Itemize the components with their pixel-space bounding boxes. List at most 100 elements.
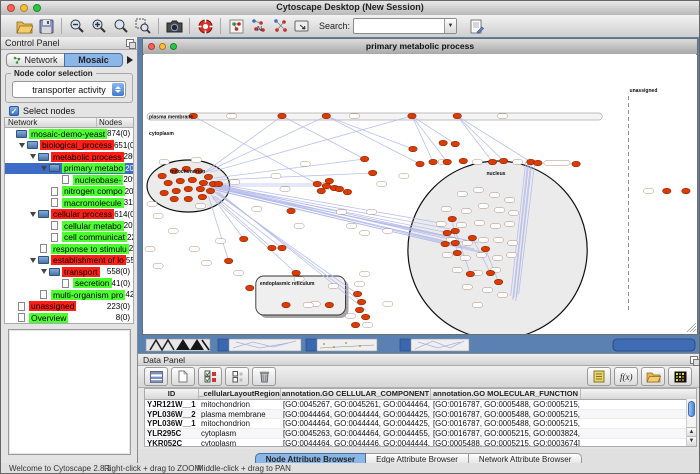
expander-icon[interactable] [40,164,49,173]
table-row[interactable]: YJR121W__1mitochondrion[GO:0045267, GO:0… [145,400,696,410]
search-input[interactable] [354,21,444,32]
table-row[interactable]: YKR052Ccytoplasm[GO:0044464, GO:0044446,… [145,439,696,447]
edit-nodes-button[interactable]: N [247,16,269,36]
table-cell: YLR295C [145,429,199,438]
column-header-id[interactable]: ID [145,389,199,399]
tree-row[interactable]: cellular metabo209(0) [5,220,133,232]
more-tabs-arrow[interactable] [127,56,133,64]
expander-icon[interactable] [29,152,38,161]
table-row[interactable]: YPL036W__2plasma membrane[GO:0044464, GO… [145,410,696,420]
tree-row[interactable]: establishment of lo558(0) [5,255,133,267]
tree-row[interactable]: macromolecule311(0) [5,197,133,209]
table-cell: mitochondrion [199,400,281,409]
resize-grip [687,323,696,332]
select-all-button[interactable] [198,367,222,386]
status-bar: Welcome to Cytoscape 2.8.1Right-click + … [1,463,699,474]
unselect-all-button[interactable] [225,367,249,386]
birdseye-view[interactable] [8,329,131,455]
nucleus-region [408,161,587,334]
table-row[interactable]: YLR295Ccytoplasm[GO:0045263, GO:0044464,… [145,429,696,439]
column-header-molecular-function[interactable]: annotation.GO MOLECULAR_FUNCTION [431,389,581,399]
tab-network[interactable]: Network [6,53,64,67]
tab-mosaic-label: Mosaic [78,55,109,65]
network-window-titlebar[interactable]: primary metabolic process [143,39,697,55]
zoom-in-button[interactable] [88,16,110,36]
edit-edges-button[interactable] [269,16,291,36]
tree-row[interactable]: Overview8(0) [5,312,133,324]
tree-header-network[interactable]: Network [5,118,97,127]
tree-row[interactable]: multi-organism pro42(0) [5,289,133,301]
mitochondrion-label: mitochondrion [170,169,205,175]
float-panel-icon[interactable] [690,356,698,364]
tree-row[interactable]: secretion41(0) [5,278,133,290]
tree-header: Network Nodes [4,117,134,128]
annotation-button[interactable] [291,16,313,36]
tree-row[interactable]: cell communicat22(0) [5,232,133,244]
tree-row[interactable]: nucleobase-209(0) [5,174,133,186]
heatmap-button[interactable] [668,367,692,386]
file-icon [62,175,69,184]
expander-icon[interactable] [40,267,49,276]
create-network-button[interactable] [225,16,247,36]
import-table-button[interactable] [465,16,487,36]
dropdown-stepper-icon [112,83,124,96]
tree-row-count: 42(0) [125,290,134,299]
network-view-window[interactable]: primary metabolic process plasma me [142,38,698,335]
tree-row[interactable]: transport 558(0) [5,266,133,278]
status-text: Right-click + drag to ZOOM [104,464,201,473]
tree-row-count: 280(0) [124,152,134,161]
column-header-cellular-component[interactable]: annotation.GO CELLULAR_COMPONENT [281,389,431,399]
tree-row-label: transport [62,267,100,277]
tree-row-count: 558(0) [107,267,133,276]
network-canvas[interactable]: plasma membrane cytoplasm mitochondrion … [144,54,696,333]
tree-row[interactable]: nitrogen compo209(0) [5,186,133,198]
help-button[interactable] [194,16,216,36]
attribute-list-button[interactable] [587,367,611,386]
network-snapshot-button[interactable] [163,16,185,36]
tree-row[interactable]: unassigned223(0) [5,301,133,313]
function-builder-button[interactable]: f(x) [614,367,638,386]
expander-icon [40,233,49,242]
tree-row-count: 209(0) [124,221,134,230]
tree-row[interactable]: primary metabo209(... [5,163,133,175]
node-color-dropdown[interactable]: transporter activity [12,81,126,98]
zoom-selected-region-button[interactable] [132,16,154,36]
scroll-down-arrow[interactable]: ▼ [687,436,696,446]
search-dropdown-button[interactable]: ▼ [444,19,456,33]
data-panel-title: Data Panel [143,355,185,365]
tree-row[interactable]: cellular process614(0) [5,209,133,221]
new-attribute-button[interactable] [171,367,195,386]
expander-icon[interactable] [18,141,27,150]
plasma-membrane-bar [147,113,602,120]
tree-row[interactable]: response to stimulu264(0) [5,243,133,255]
import-attributes-button[interactable] [641,367,665,386]
tab-mosaic[interactable]: Mosaic [64,53,123,67]
folder-icon [38,153,49,161]
expander-icon[interactable] [29,256,38,265]
scrollbar-thumb[interactable] [688,401,695,417]
folder-icon [16,130,27,138]
zoom-out-button[interactable] [66,16,88,36]
group-label: Node color selection [11,69,96,78]
expander-icon [51,279,60,288]
delete-attribute-button[interactable] [252,367,276,386]
float-panel-icon[interactable] [126,39,134,47]
minimized-windows-strip[interactable] [138,336,700,353]
tree-row-count: 651(0) [114,141,134,150]
select-attributes-button[interactable] [144,367,168,386]
expander-icon [29,290,38,299]
table-cell: mitochondrion [199,419,281,428]
tree-row[interactable]: biological_process651(0) [5,140,133,152]
select-nodes-checkbox[interactable]: ✓ [9,106,19,116]
data-panel: Data Panel f(x) [138,353,700,449]
table-scrollbar[interactable]: ▲ ▼ [686,399,696,446]
tree-row[interactable]: metabolic process280(0) [5,151,133,163]
column-header-region[interactable]: _cellularLayoutRegion [199,389,281,399]
expander-icon[interactable] [29,210,38,219]
table-row[interactable]: YPL036W__1mitochondrion[GO:0044464, GO:0… [145,419,696,429]
zoom-fit-button[interactable] [110,16,132,36]
open-session-button[interactable] [13,16,35,36]
tree-header-nodes[interactable]: Nodes [97,118,133,127]
tree-row[interactable]: mosaic-demo-yeast874(0) [5,128,133,140]
save-session-button[interactable] [35,16,57,36]
